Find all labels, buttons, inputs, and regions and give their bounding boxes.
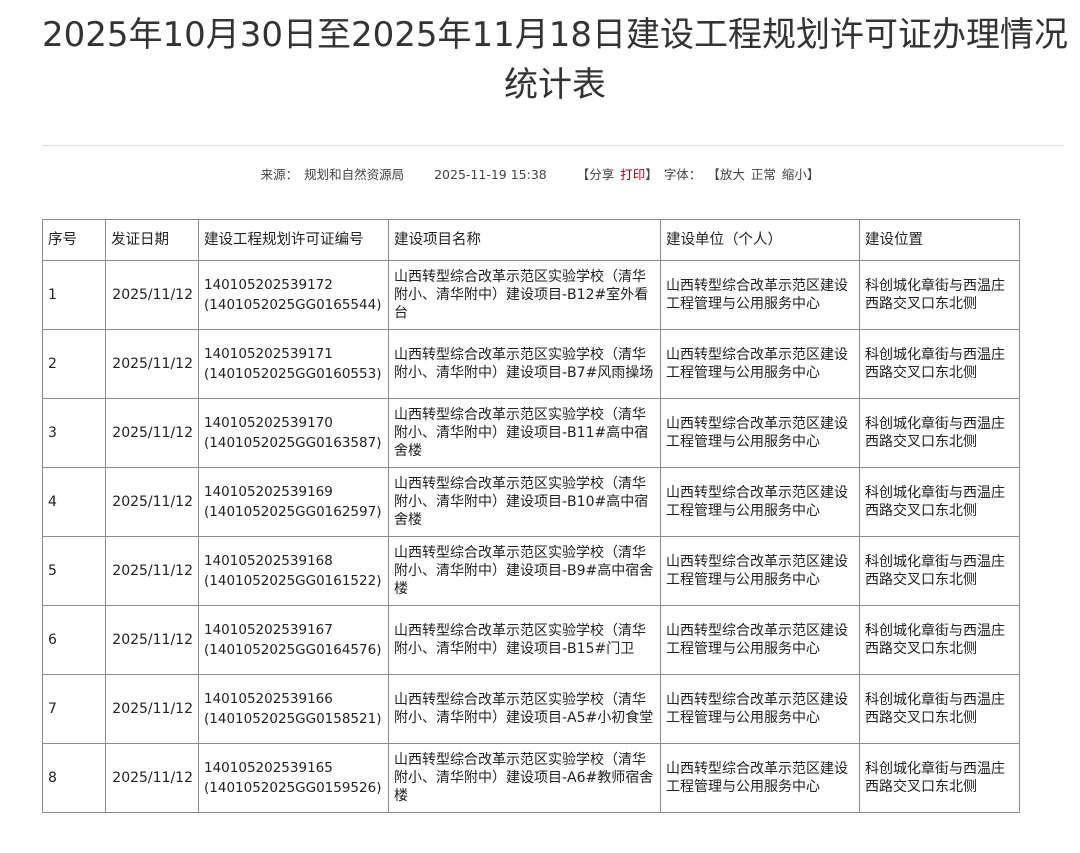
- permit-number: 140105202539170: [204, 415, 333, 431]
- publish-datetime: 2025-11-19 15:38: [434, 167, 547, 182]
- table-row: 7 2025/11/12 140105202539166 (1401052025G…: [42, 674, 1020, 744]
- permit-table: 序号 发证日期 建设工程规划许可证编号 建设项目名称 建设单位（个人） 建设位置…: [42, 219, 1020, 813]
- permit-code: (1401052025GG0164576): [204, 642, 382, 658]
- table-row: 4 2025/11/12 140105202539169 (1401052025G…: [42, 467, 1020, 537]
- cell-location: 科创城化章街与西温庄西路交叉口东北侧: [859, 743, 1020, 813]
- table-row: 6 2025/11/12 140105202539167 (1401052025G…: [42, 605, 1020, 675]
- font-bracket-close: 】: [806, 167, 820, 182]
- header-location: 建设位置: [859, 219, 1020, 261]
- cell-project-name: 山西转型综合改革示范区实验学校（清华附小、清华附中）建设项目-A5#小初食堂: [388, 674, 661, 744]
- cell-seq: 2: [42, 329, 106, 399]
- cell-permit-number: 140105202539171 (1401052025GG0160553): [198, 329, 389, 399]
- cell-builder: 山西转型综合改革示范区建设工程管理与公用服务中心: [660, 329, 860, 399]
- cell-seq: 1: [42, 260, 106, 330]
- cell-builder: 山西转型综合改革示范区建设工程管理与公用服务中心: [660, 398, 860, 468]
- cell-seq: 7: [42, 674, 106, 744]
- cell-issue-date: 2025/11/12: [105, 329, 199, 399]
- cell-project-name: 山西转型综合改革示范区实验学校（清华附小、清华附中）建设项目-A6#教师宿舍楼: [388, 743, 661, 813]
- table-header-row: 序号 发证日期 建设工程规划许可证编号 建设项目名称 建设单位（个人） 建设位置: [42, 219, 1020, 261]
- title-divider: [42, 145, 1064, 146]
- permit-code: (1401052025GG0161522): [204, 573, 382, 589]
- cell-location: 科创城化章街与西温庄西路交叉口东北侧: [859, 674, 1020, 744]
- cell-issue-date: 2025/11/12: [105, 260, 199, 330]
- permit-number: 140105202539171: [204, 346, 333, 362]
- cell-seq: 5: [42, 536, 106, 606]
- header-project-name: 建设项目名称: [388, 219, 661, 261]
- cell-issue-date: 2025/11/12: [105, 536, 199, 606]
- permit-code: (1401052025GG0160553): [204, 366, 382, 382]
- permit-code: (1401052025GG0162597): [204, 504, 382, 520]
- table-row: 8 2025/11/12 140105202539165 (1401052025G…: [42, 743, 1020, 813]
- print-link[interactable]: 打印: [620, 167, 645, 182]
- permit-code: (1401052025GG0159526): [204, 780, 382, 796]
- cell-location: 科创城化章街与西温庄西路交叉口东北侧: [859, 536, 1020, 606]
- cell-issue-date: 2025/11/12: [105, 398, 199, 468]
- cell-seq: 8: [42, 743, 106, 813]
- cell-builder: 山西转型综合改革示范区建设工程管理与公用服务中心: [660, 605, 860, 675]
- cell-project-name: 山西转型综合改革示范区实验学校（清华附小、清华附中）建设项目-B12#室外看台: [388, 260, 661, 330]
- cell-builder: 山西转型综合改革示范区建设工程管理与公用服务中心: [660, 467, 860, 537]
- header-issue-date: 发证日期: [105, 219, 199, 261]
- header-builder: 建设单位（个人）: [660, 219, 860, 261]
- cell-seq: 3: [42, 398, 106, 468]
- permit-number: 140105202539165: [204, 760, 333, 776]
- font-size-label: 字体：: [663, 167, 702, 182]
- cell-location: 科创城化章街与西温庄西路交叉口东北侧: [859, 398, 1020, 468]
- cell-project-name: 山西转型综合改革示范区实验学校（清华附小、清华附中）建设项目-B11#高中宿舍楼: [388, 398, 661, 468]
- cell-builder: 山西转型综合改革示范区建设工程管理与公用服务中心: [660, 260, 860, 330]
- permit-number: 140105202539166: [204, 691, 333, 707]
- cell-location: 科创城化章街与西温庄西路交叉口东北侧: [859, 260, 1020, 330]
- font-smaller-link[interactable]: 缩小: [782, 167, 807, 182]
- header-permit-number: 建设工程规划许可证编号: [198, 219, 389, 261]
- share-bracket-close: 】: [645, 167, 658, 182]
- cell-issue-date: 2025/11/12: [105, 605, 199, 675]
- cell-issue-date: 2025/11/12: [105, 743, 199, 813]
- cell-project-name: 山西转型综合改革示范区实验学校（清华附小、清华附中）建设项目-B9#高中宿舍楼: [388, 536, 661, 606]
- permit-code: (1401052025GG0163587): [204, 435, 382, 451]
- cell-location: 科创城化章街与西温庄西路交叉口东北侧: [859, 329, 1020, 399]
- permit-code: (1401052025GG0165544): [204, 297, 382, 313]
- cell-permit-number: 140105202539170 (1401052025GG0163587): [198, 398, 389, 468]
- page-title: 2025年10月30日至2025年11月18日建设工程规划许可证办理情况统计表: [41, 15, 1069, 105]
- font-bracket-open: 【: [707, 167, 720, 182]
- cell-permit-number: 140105202539172 (1401052025GG0165544): [198, 260, 389, 330]
- source-label: 来源：: [260, 167, 299, 182]
- permit-number: 140105202539172: [204, 277, 333, 293]
- permit-code: (1401052025GG0158521): [204, 711, 382, 727]
- share-bracket-open: 【: [576, 167, 590, 182]
- font-normal-link[interactable]: 正常: [751, 167, 776, 182]
- font-larger-link[interactable]: 放大: [720, 167, 745, 182]
- table-row: 2 2025/11/12 140105202539171 (1401052025G…: [42, 329, 1020, 399]
- article-meta: 来源： 规划和自然资源局 2025-11-19 15:38 【分享 打印】 字体： 【放大正…: [0, 166, 1080, 184]
- cell-location: 科创城化章街与西温庄西路交叉口东北侧: [859, 605, 1020, 675]
- cell-seq: 6: [42, 605, 106, 675]
- cell-project-name: 山西转型综合改革示范区实验学校（清华附小、清华附中）建设项目-B10#高中宿舍楼: [388, 467, 661, 537]
- table-row: 1 2025/11/12 140105202539172 (1401052025G…: [42, 260, 1020, 330]
- permit-number: 140105202539169: [204, 484, 333, 500]
- cell-location: 科创城化章街与西温庄西路交叉口东北侧: [859, 467, 1020, 537]
- permit-number: 140105202539168: [204, 553, 333, 569]
- cell-permit-number: 140105202539169 (1401052025GG0162597): [198, 467, 389, 537]
- header-seq: 序号: [42, 219, 106, 261]
- cell-seq: 4: [42, 467, 106, 537]
- table-row: 5 2025/11/12 140105202539168 (1401052025G…: [42, 536, 1020, 606]
- cell-issue-date: 2025/11/12: [105, 467, 199, 537]
- source-name: 规划和自然资源局: [304, 167, 405, 182]
- table-row: 3 2025/11/12 140105202539170 (1401052025G…: [42, 398, 1020, 468]
- cell-permit-number: 140105202539167 (1401052025GG0164576): [198, 605, 389, 675]
- cell-builder: 山西转型综合改革示范区建设工程管理与公用服务中心: [660, 743, 860, 813]
- share-link[interactable]: 分享: [589, 167, 614, 182]
- cell-builder: 山西转型综合改革示范区建设工程管理与公用服务中心: [660, 536, 860, 606]
- permit-number: 140105202539167: [204, 622, 333, 638]
- cell-project-name: 山西转型综合改革示范区实验学校（清华附小、清华附中）建设项目-B15#门卫: [388, 605, 661, 675]
- cell-permit-number: 140105202539165 (1401052025GG0159526): [198, 743, 389, 813]
- cell-issue-date: 2025/11/12: [105, 674, 199, 744]
- cell-permit-number: 140105202539166 (1401052025GG0158521): [198, 674, 389, 744]
- cell-project-name: 山西转型综合改革示范区实验学校（清华附小、清华附中）建设项目-B7#风雨操场: [388, 329, 661, 399]
- cell-permit-number: 140105202539168 (1401052025GG0161522): [198, 536, 389, 606]
- cell-builder: 山西转型综合改革示范区建设工程管理与公用服务中心: [660, 674, 860, 744]
